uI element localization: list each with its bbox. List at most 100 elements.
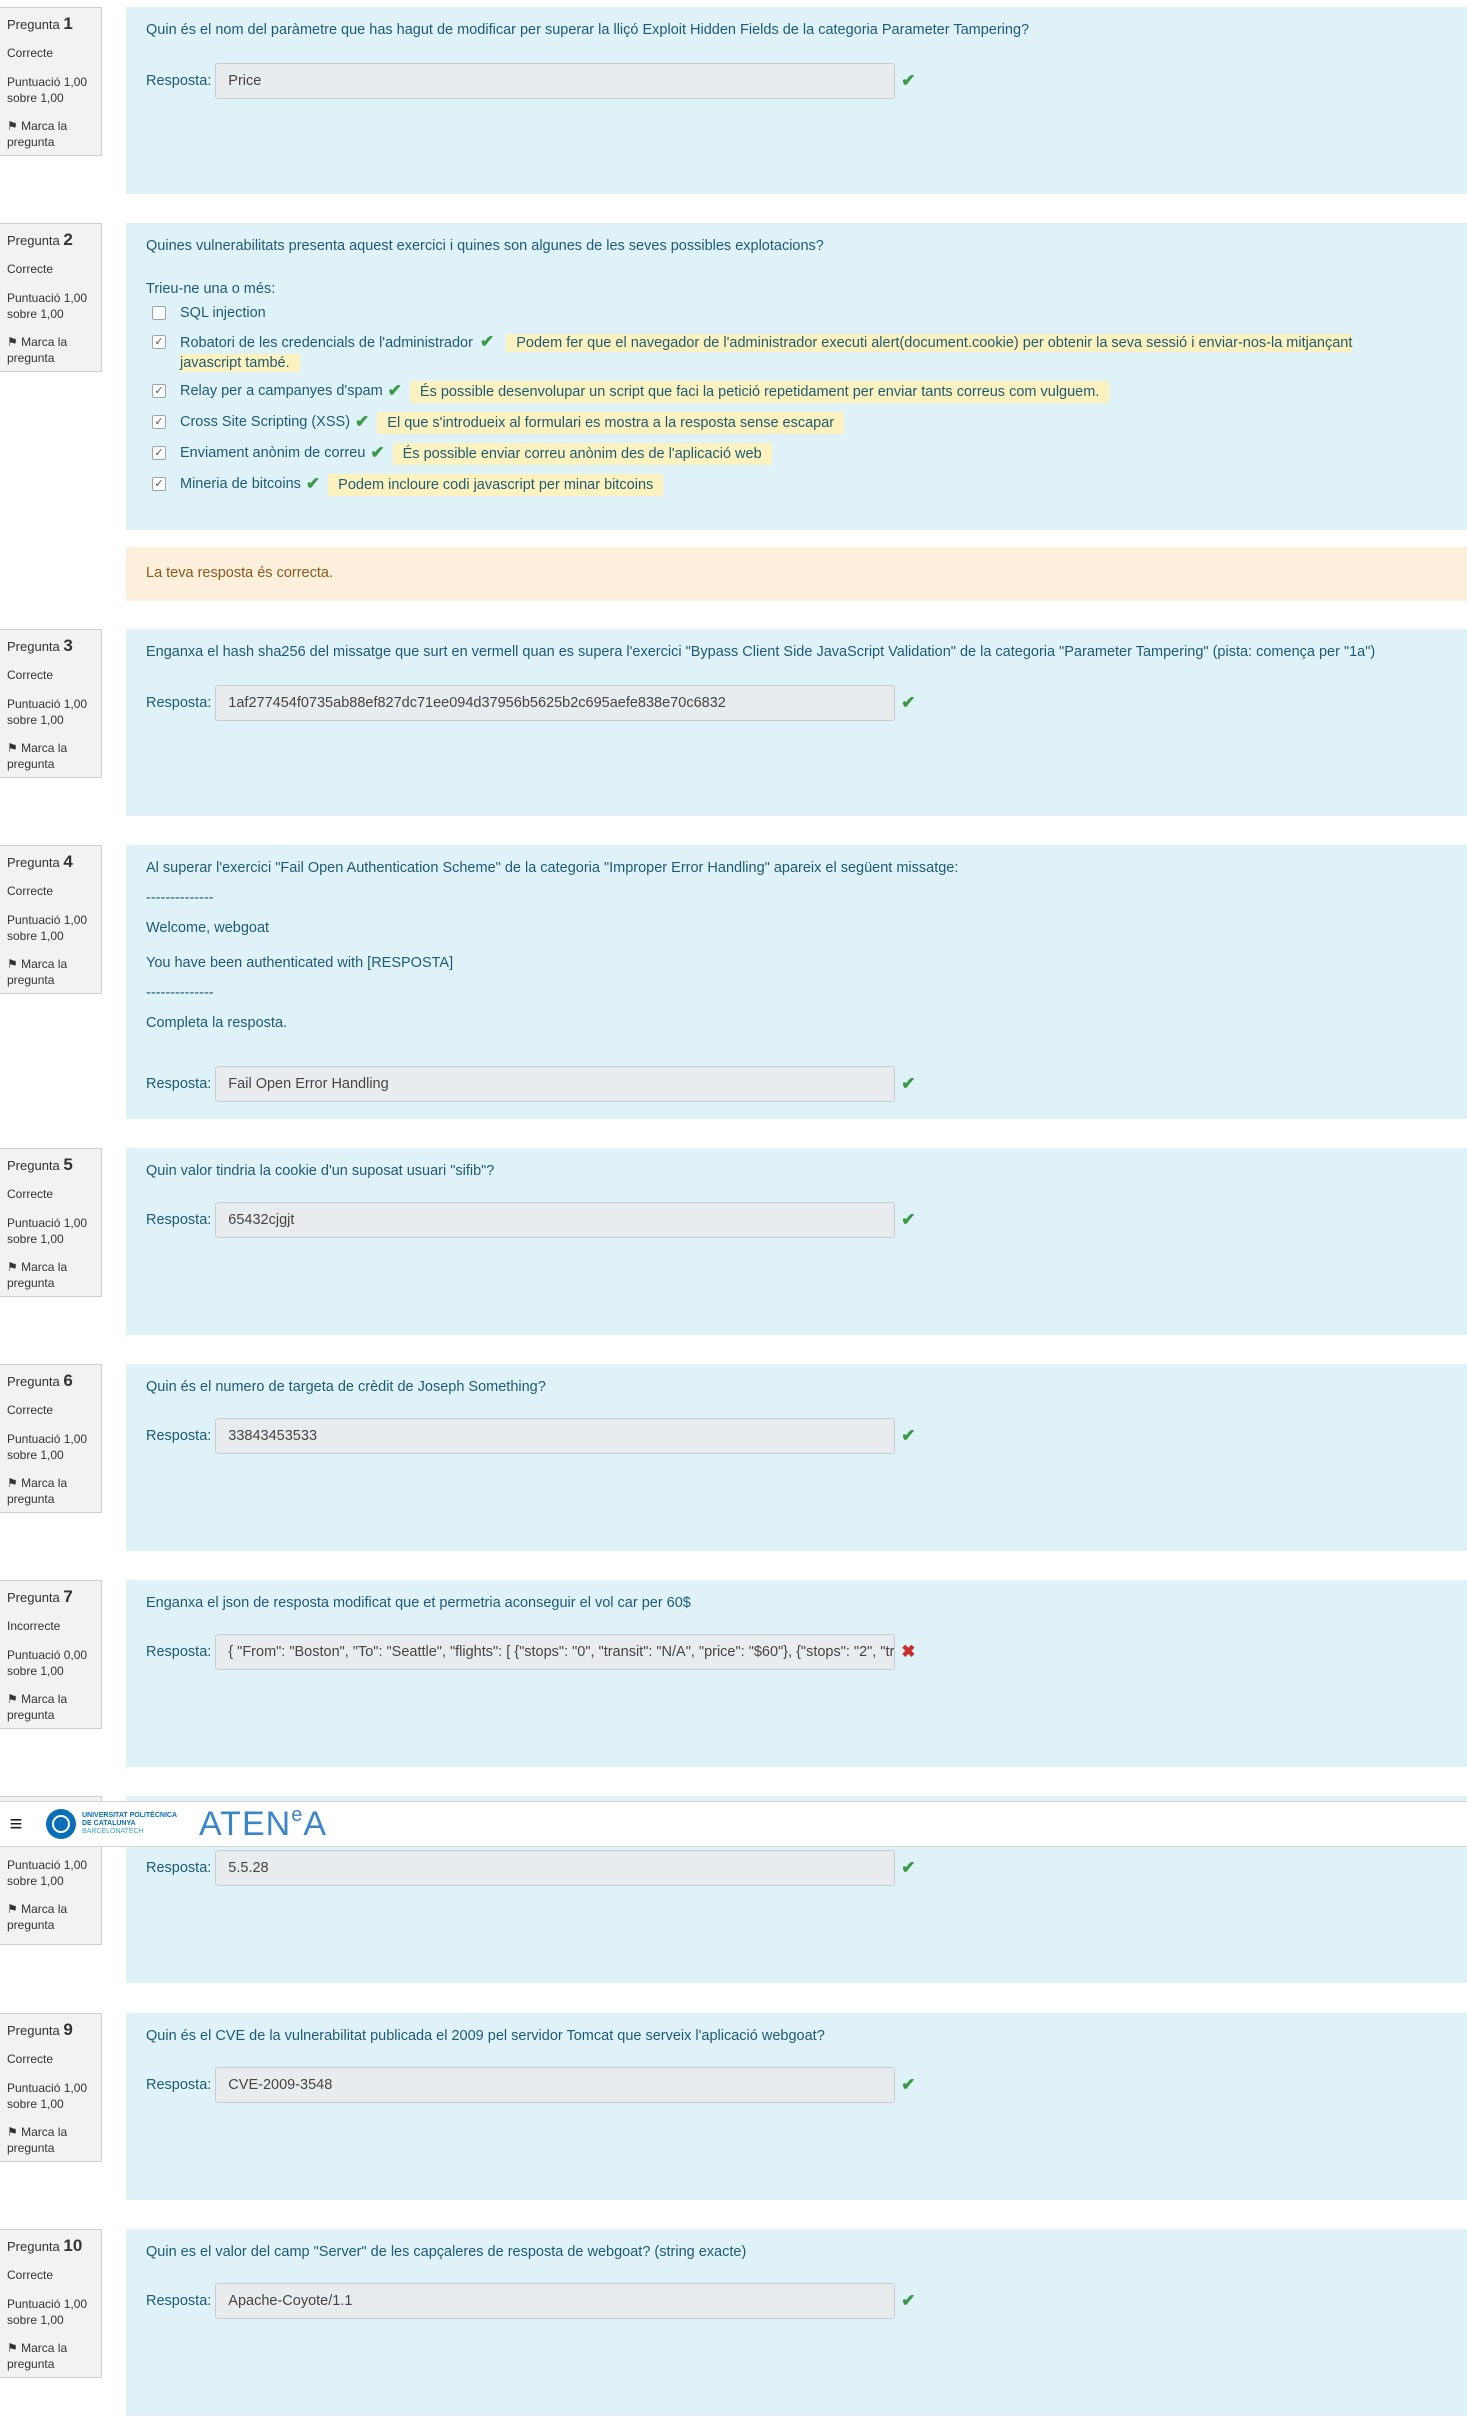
option-feedback: El que s'introdueix al formulari es most… [377, 412, 845, 434]
flag-icon: ⚑ [7, 2125, 18, 2139]
question-number: Pregunta 5 [7, 1155, 73, 1174]
cross-icon: ✖ [901, 1642, 916, 1661]
flag-question-link[interactable]: ⚑ Marca la pregunta [7, 2340, 95, 2372]
flag-question-link[interactable]: ⚑ Marca la pregunta [7, 118, 95, 150]
question-text: Quin és el CVE de la vulnerabilitat publ… [146, 2028, 825, 2044]
option-row: ✓ Cross Site Scripting (XSS) ✔ El que s'… [146, 412, 1447, 434]
option-label: Robatori de les credencials de l'adminis… [180, 335, 473, 351]
question-text: Enganxa el json de resposta modificat qu… [146, 1595, 691, 1611]
question-number: Pregunta 3 [7, 636, 73, 655]
question-text: Enganxa el hash sha256 del missatge que … [146, 644, 1376, 660]
question-text-line: You have been authenticated with [RESPOS… [146, 955, 454, 971]
option-checkbox[interactable]: ✓ [152, 477, 166, 491]
answer-label: Resposta: [146, 1860, 212, 1876]
question-number: Pregunta 7 [7, 1587, 73, 1606]
atenea-logo[interactable]: ATENeA [199, 1804, 327, 1844]
question-info: Pregunta 6 Correcte Puntuació 1,00 sobre… [0, 1364, 102, 1513]
question-content: Quin valor tindria la cookie d'un suposa… [126, 1148, 1467, 1335]
answer-label: Resposta: [146, 1076, 212, 1092]
answer-row: Resposta: Price ✔ [146, 63, 916, 99]
question-content: Al superar l'exercici "Fail Open Authent… [126, 845, 1467, 1119]
option-label: Cross Site Scripting (XSS) [180, 414, 351, 430]
question-info: Pregunta 9 Correcte Puntuació 1,00 sobre… [0, 2013, 102, 2162]
option-checkbox[interactable] [152, 306, 166, 320]
option-checkbox[interactable]: ✓ [152, 384, 166, 398]
check-icon: ✔ [901, 1074, 916, 1093]
flag-icon: ⚑ [7, 1260, 18, 1274]
question-info: Pregunta 7 Incorrecte Puntuació 0,00 sob… [0, 1580, 102, 1729]
answer-input[interactable]: 65432cjgjt [215, 1202, 896, 1238]
question-grade: Puntuació 1,00 sobre 1,00 [7, 1858, 88, 1888]
question-grade: Puntuació 1,00 sobre 1,00 [7, 75, 88, 105]
question-grade: Puntuació 1,00 sobre 1,00 [7, 697, 88, 727]
question-state: Correcte [7, 1403, 54, 1417]
answer-input[interactable]: Fail Open Error Handling [215, 1066, 896, 1102]
question-grade: Puntuació 1,00 sobre 1,00 [7, 2297, 88, 2327]
question-info: Pregunta 4 Correcte Puntuació 1,00 sobre… [0, 845, 102, 994]
question-state: Correcte [7, 2052, 54, 2066]
question-info: Pregunta 2 Correcte Puntuació 1,00 sobre… [0, 223, 102, 372]
question-content: Quines vulnerabilitats presenta aquest e… [126, 223, 1467, 530]
hamburger-icon[interactable]: ≡ [0, 1811, 32, 1837]
option-row: SQL injection [146, 303, 1447, 323]
flag-question-link[interactable]: ⚑ Marca la pregunta [7, 1901, 95, 1933]
question-text-line: -------------- [146, 985, 214, 1001]
option-checkbox[interactable]: ✓ [152, 415, 166, 429]
answer-label: Resposta: [146, 73, 212, 89]
option-checkbox[interactable]: ✓ [152, 335, 166, 349]
question-text-line: -------------- [146, 890, 214, 906]
option-label: Enviament anònim de correu [180, 445, 366, 461]
question-state: Correcte [7, 668, 54, 682]
question-content: Quin és el numero de targeta de crèdit d… [126, 1364, 1467, 1551]
check-icon: ✔ [901, 71, 916, 90]
option-row: ✓ Mineria de bitcoins ✔ Podem incloure c… [146, 474, 1447, 496]
question-text: Quines vulnerabilitats presenta aquest e… [146, 238, 824, 254]
flag-question-link[interactable]: ⚑ Marca la pregunta [7, 740, 95, 772]
answer-row: Resposta: 5.5.28 ✔ [146, 1850, 916, 1886]
answer-input[interactable]: 1af277454f0735ab88ef827dc71ee094d37956b5… [215, 685, 896, 721]
answer-input[interactable]: Price [215, 63, 896, 99]
check-icon: ✔ [901, 2075, 916, 2094]
option-checkbox[interactable]: ✓ [152, 446, 166, 460]
question-state: Correcte [7, 262, 54, 276]
question-grade: Puntuació 1,00 sobre 1,00 [7, 291, 88, 321]
flag-question-link[interactable]: ⚑ Marca la pregunta [7, 956, 95, 988]
flag-icon: ⚑ [7, 741, 18, 755]
answer-input[interactable]: CVE-2009-3548 [215, 2067, 896, 2103]
flag-question-link[interactable]: ⚑ Marca la pregunta [7, 1475, 95, 1507]
flag-icon: ⚑ [7, 2341, 18, 2355]
answer-input[interactable]: 33843453533 [215, 1418, 896, 1454]
question-content: Quin es el valor del camp "Server" de le… [126, 2229, 1467, 2416]
flag-question-link[interactable]: ⚑ Marca la pregunta [7, 1259, 95, 1291]
question-state: Incorrecte [7, 1619, 61, 1633]
upc-seal-icon [46, 1809, 76, 1839]
answer-input[interactable]: { "From": "Boston", "To": "Seattle", "fl… [215, 1634, 896, 1670]
option-label: Relay per a campanyes d'spam [180, 383, 383, 399]
question-info: Pregunta 5 Correcte Puntuació 1,00 sobre… [0, 1148, 102, 1297]
flag-question-link[interactable]: ⚑ Marca la pregunta [7, 334, 95, 366]
question-content: Quin és el nom del paràmetre que has hag… [126, 7, 1467, 194]
flag-question-link[interactable]: ⚑ Marca la pregunta [7, 1691, 95, 1723]
option-feedback: Podem incloure codi javascript per minar… [328, 474, 664, 496]
upc-logo[interactable]: UNIVERSITAT POLITÈCNICA DE CATALUNYA BAR… [46, 1809, 177, 1839]
check-icon: ✔ [901, 1426, 916, 1445]
option-row: ✓ Robatori de les credencials de l'admin… [146, 332, 1447, 373]
check-icon: ✔ [355, 412, 370, 431]
option-row: ✓ Relay per a campanyes d'spam ✔ És poss… [146, 381, 1447, 403]
question-number: Pregunta 1 [7, 14, 73, 33]
question-info: Pregunta 3 Correcte Puntuació 1,00 sobre… [0, 629, 102, 778]
flag-question-link[interactable]: ⚑ Marca la pregunta [7, 2124, 95, 2156]
site-header: ≡ UNIVERSITAT POLITÈCNICA DE CATALUNYA B… [0, 1801, 1467, 1847]
question-grade: Puntuació 1,00 sobre 1,00 [7, 1216, 88, 1246]
question-content: Enganxa el hash sha256 del missatge que … [126, 629, 1467, 816]
answer-label: Resposta: [146, 1428, 212, 1444]
answer-row: Resposta: Fail Open Error Handling ✔ [146, 1066, 916, 1102]
answer-input[interactable]: Apache-Coyote/1.1 [215, 2283, 896, 2319]
option-feedback: És possible desenvolupar un script que f… [409, 381, 1110, 403]
question-state: Correcte [7, 2268, 54, 2282]
check-icon: ✔ [901, 1858, 916, 1877]
option-row: ✓ Enviament anònim de correu ✔ És possib… [146, 443, 1447, 465]
answer-label: Resposta: [146, 1212, 212, 1228]
answer-input[interactable]: 5.5.28 [215, 1850, 896, 1886]
question-info: Pregunta 1 Correcte Puntuació 1,00 sobre… [0, 7, 102, 156]
